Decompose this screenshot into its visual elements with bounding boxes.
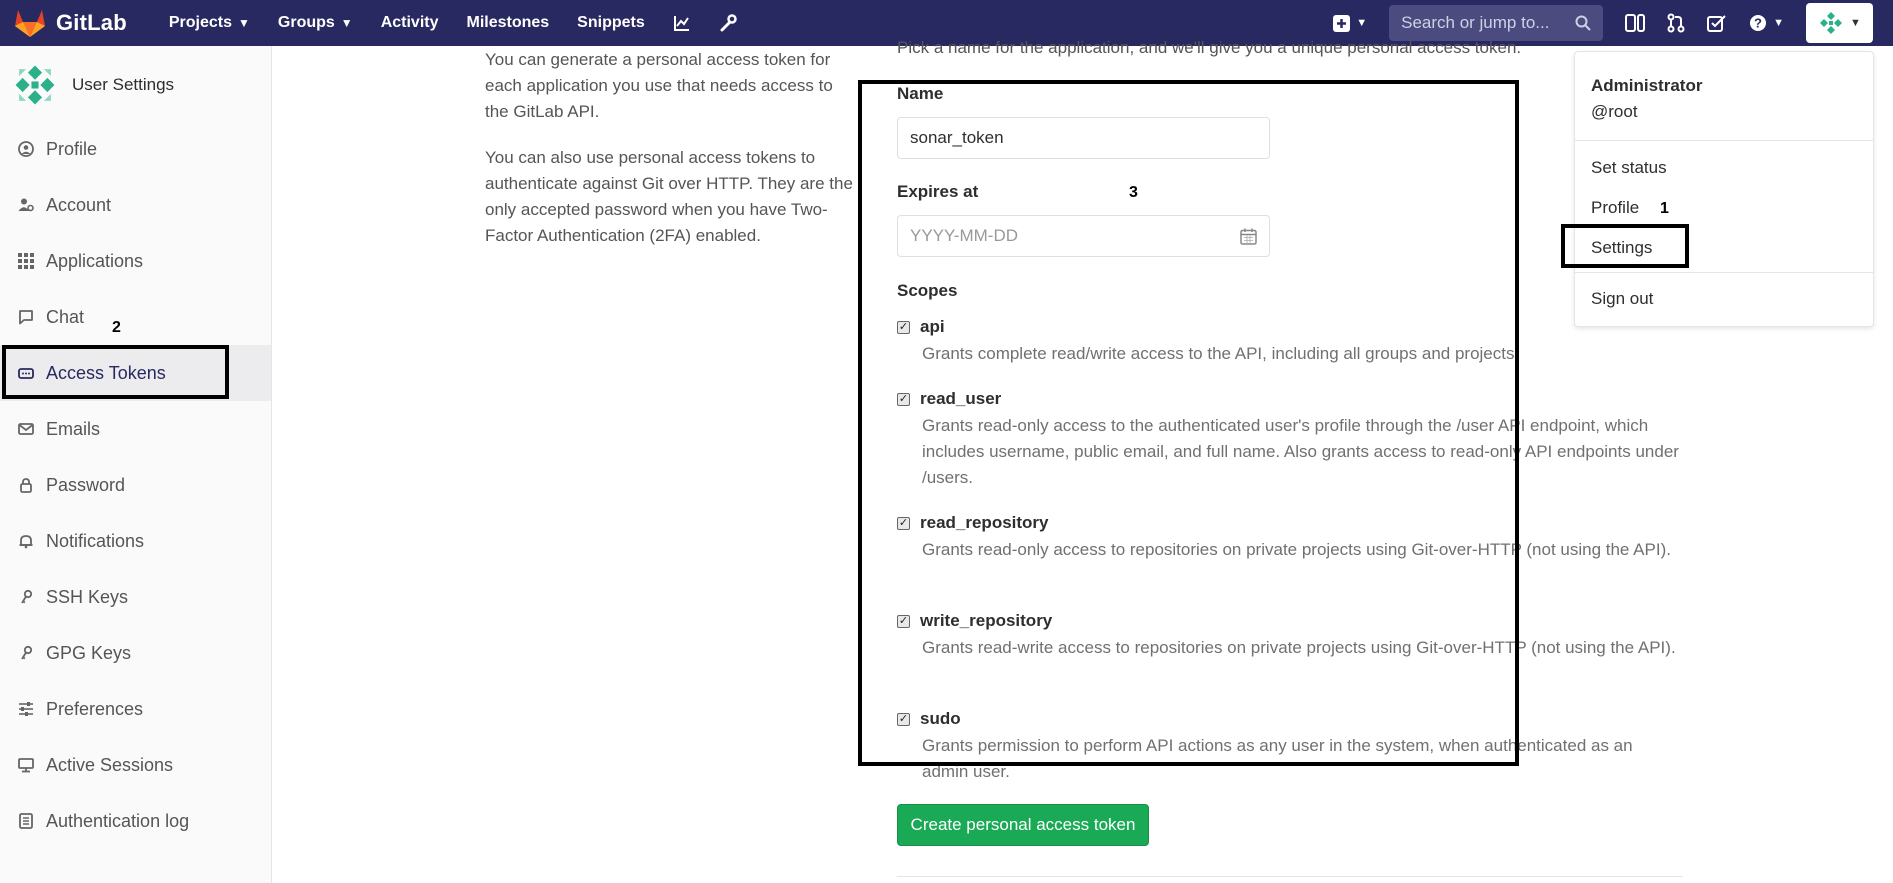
search-icon bbox=[1575, 15, 1591, 31]
nav-activity[interactable]: Activity bbox=[381, 14, 439, 32]
log-icon bbox=[18, 813, 34, 829]
sidebar-item-chat[interactable]: Chat bbox=[0, 289, 271, 345]
chevron-down-icon: ▼ bbox=[1356, 17, 1368, 29]
search-placeholder: Search or jump to... bbox=[1401, 13, 1550, 32]
bell-icon bbox=[18, 533, 34, 549]
menu-item-profile[interactable]: Profile bbox=[1591, 198, 1639, 218]
key-icon bbox=[18, 645, 34, 661]
form-description: Pick a name for the application, and we'… bbox=[897, 38, 1522, 57]
sidebar-item-label: Active Sessions bbox=[46, 754, 174, 775]
sidebar-item-authentication-log[interactable]: Authentication log bbox=[0, 793, 271, 849]
sidebar-item-gpg-keys[interactable]: GPG Keys bbox=[0, 625, 271, 681]
account-icon bbox=[18, 197, 34, 213]
intro-paragraph: You can also use personal access tokens … bbox=[485, 148, 853, 245]
token-intro: You can generate a personal access token… bbox=[485, 47, 860, 269]
sidebar-item-label: Preferences bbox=[46, 698, 144, 719]
todos-icon[interactable] bbox=[1707, 14, 1727, 32]
menu-item-set-status[interactable]: Set status bbox=[1591, 158, 1667, 178]
sidebar-item-label: Authentication log bbox=[46, 810, 190, 831]
nav-projects[interactable]: Projects ▼ bbox=[169, 14, 250, 32]
sidebar-item-label: Notifications bbox=[46, 530, 145, 551]
brand-name: GitLab bbox=[56, 10, 127, 35]
nav-groups[interactable]: Groups ▼ bbox=[278, 14, 353, 32]
sliders-icon bbox=[18, 701, 34, 717]
chart-icon[interactable] bbox=[673, 14, 691, 32]
merge-request-icon[interactable] bbox=[1667, 13, 1685, 33]
email-icon bbox=[18, 421, 34, 437]
divider bbox=[1575, 140, 1873, 141]
help-icon[interactable]: ? ▼ bbox=[1749, 14, 1784, 32]
divider bbox=[897, 876, 1683, 877]
issues-icon[interactable] bbox=[1625, 14, 1646, 32]
sidebar-item-emails[interactable]: Emails bbox=[0, 401, 271, 457]
dropdown-user-name: Administrator bbox=[1591, 76, 1703, 95]
search-input[interactable]: Search or jump to... bbox=[1389, 5, 1604, 41]
sidebar-item-label: Account bbox=[46, 194, 112, 215]
annotation-box-token-form bbox=[858, 80, 1519, 766]
chevron-down-icon: ▼ bbox=[340, 16, 353, 30]
user-dropdown-menu: Administrator @root Set status Profile S… bbox=[1574, 51, 1874, 327]
monitor-icon bbox=[18, 757, 34, 773]
nav-snippets[interactable]: Snippets bbox=[577, 14, 645, 32]
sidebar-item-preferences[interactable]: Preferences bbox=[0, 681, 271, 737]
chevron-down-icon: ▼ bbox=[238, 16, 250, 30]
lock-icon bbox=[18, 477, 34, 493]
sidebar-item-notifications[interactable]: Notifications bbox=[0, 513, 271, 569]
sidebar-item-label: Applications bbox=[46, 250, 144, 271]
sidebar-item-label: GPG Keys bbox=[46, 642, 132, 663]
nav-milestones[interactable]: Milestones bbox=[466, 14, 549, 32]
plus-square-icon bbox=[1333, 14, 1351, 32]
sidebar-item-ssh-keys[interactable]: SSH Keys bbox=[0, 569, 271, 625]
chat-icon bbox=[18, 309, 34, 325]
sidebar-item-account[interactable]: Account bbox=[0, 177, 271, 233]
new-item-dropdown[interactable]: ▼ bbox=[1333, 14, 1368, 32]
annotation-box-settings bbox=[1561, 224, 1689, 268]
annotation-number: 1 bbox=[1660, 200, 1669, 217]
annotation-box-access-tokens bbox=[2, 345, 229, 399]
key-icon bbox=[18, 589, 34, 605]
annotation-number: 2 bbox=[112, 319, 121, 336]
sidebar-item-label: Password bbox=[46, 474, 126, 495]
sidebar-item-label: Chat bbox=[46, 306, 85, 327]
applications-icon bbox=[18, 253, 34, 269]
create-token-button[interactable]: Create personal access token bbox=[897, 804, 1149, 846]
gitlab-logo-link[interactable]: GitLab bbox=[14, 8, 127, 38]
settings-sidebar: User Settings Profile Account Applicatio… bbox=[0, 46, 272, 883]
avatar-identicon-icon bbox=[1818, 10, 1845, 36]
chevron-down-icon: ▼ bbox=[1773, 17, 1784, 29]
sidebar-item-active-sessions[interactable]: Active Sessions bbox=[0, 737, 271, 793]
dropdown-username: @root bbox=[1591, 102, 1638, 121]
sidebar-item-password[interactable]: Password bbox=[0, 457, 271, 513]
sidebar-item-label: SSH Keys bbox=[46, 586, 129, 607]
intro-paragraph: You can generate a personal access token… bbox=[485, 50, 833, 121]
divider bbox=[1575, 272, 1873, 273]
avatar-identicon-icon bbox=[15, 65, 55, 105]
sidebar-item-applications[interactable]: Applications bbox=[0, 233, 271, 289]
sidebar-item-label: Profile bbox=[46, 138, 98, 159]
user-avatar-dropdown[interactable]: ▼ bbox=[1806, 3, 1873, 43]
gitlab-fox-icon bbox=[15, 10, 45, 37]
menu-item-sign-out[interactable]: Sign out bbox=[1591, 289, 1653, 309]
wrench-icon[interactable] bbox=[719, 14, 737, 32]
sidebar-item-profile[interactable]: Profile bbox=[0, 121, 271, 177]
chevron-down-icon: ▼ bbox=[1850, 17, 1861, 29]
sidebar-title: User Settings bbox=[72, 75, 175, 94]
profile-icon bbox=[18, 141, 34, 157]
sidebar-header[interactable]: User Settings bbox=[0, 46, 271, 124]
sidebar-item-label: Emails bbox=[46, 418, 101, 439]
annotation-number: 3 bbox=[1129, 184, 1138, 201]
svg-text:?: ? bbox=[1754, 16, 1762, 31]
